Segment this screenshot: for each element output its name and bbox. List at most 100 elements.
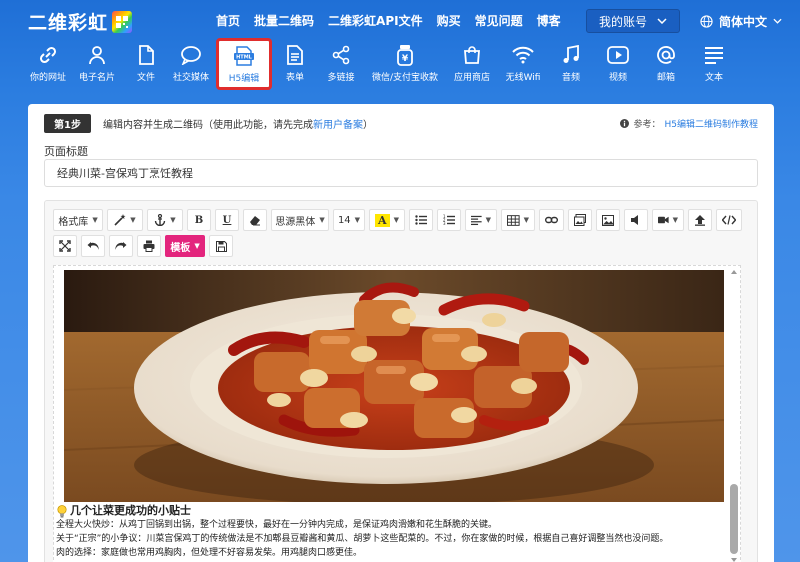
nav-link-api[interactable]: 二维彩虹API文件: [328, 12, 423, 29]
editor-content[interactable]: 几个让菜更成功的小贴士 全程大火快炒：从鸡丁回锅到出锅，整个过程要快，最好在一分…: [53, 265, 741, 562]
category-label: 视频: [608, 73, 627, 83]
insert-link-button[interactable]: [539, 209, 564, 231]
tips-heading: 几个让菜更成功的小贴士: [56, 504, 726, 518]
scroll-down-icon[interactable]: [731, 558, 737, 562]
info-icon: [620, 118, 630, 128]
redo-button[interactable]: [109, 235, 133, 257]
caret-icon: ▼: [523, 216, 529, 224]
caret-icon: ▼: [672, 216, 678, 224]
numbered-list-button[interactable]: 123: [437, 209, 461, 231]
logo-badge-icon: [112, 10, 133, 33]
anchor-dropdown[interactable]: ▼: [147, 209, 183, 231]
template-dropdown[interactable]: 模板 ▼: [165, 235, 205, 257]
eraser-button[interactable]: [243, 209, 267, 231]
register-link[interactable]: 新用户备案: [313, 120, 363, 131]
align-icon: [471, 215, 482, 226]
fullscreen-button[interactable]: [53, 235, 77, 257]
format-dropdown[interactable]: 格式库 ▼: [53, 209, 103, 231]
insert-image-button[interactable]: [596, 209, 620, 231]
tutorial-link[interactable]: H5编辑二维码制作教程: [665, 117, 759, 130]
account-button[interactable]: 我的账号: [586, 9, 680, 33]
content-scrollbar[interactable]: [729, 268, 739, 562]
tip-line: 关于“正宗”的小争议：川菜宫保鸡丁的传统做法是不加郫县豆瓣酱和黄瓜、胡萝卜这些配…: [56, 534, 669, 544]
scroll-thumb[interactable]: [730, 484, 738, 554]
step-desc-suffix: ）: [362, 119, 373, 131]
table-dropdown[interactable]: ▼: [501, 209, 535, 231]
undo-button[interactable]: [81, 235, 105, 257]
category-video[interactable]: 视频: [594, 38, 642, 90]
category-label: 你的网址: [29, 73, 66, 83]
chat-icon: [180, 44, 202, 66]
link-icon: [545, 216, 558, 224]
brand-name: 二维彩虹: [28, 12, 109, 34]
category-h5-editor[interactable]: HTML H5编辑: [216, 38, 272, 90]
save-draft-button[interactable]: [209, 235, 233, 257]
dish-photo: [64, 270, 724, 502]
template-label: 模板: [170, 242, 191, 254]
nav-link-buy[interactable]: 购买: [437, 12, 461, 29]
print-button[interactable]: [137, 235, 161, 257]
category-label: 微信/支付宝收款: [371, 73, 439, 83]
editor-panel: 第1步 编辑内容并生成二维码（使用此功能，请先完成新用户备案） 参考： H5编辑…: [28, 104, 774, 562]
format-label: 格式库: [58, 216, 89, 228]
category-label: 应用商店: [453, 73, 490, 83]
top-navigation: 二维彩虹 首页 批量二维码 二维彩虹API文件 购买 常见问题 博客 我的账号 …: [0, 0, 800, 42]
bold-button[interactable]: B: [187, 209, 211, 231]
wifi-icon: [512, 44, 534, 66]
logo[interactable]: 二维彩虹: [28, 8, 133, 35]
text-color-icon: A: [375, 213, 390, 227]
category-label: 文件: [136, 73, 155, 83]
svg-text:¥: ¥: [402, 54, 409, 64]
bullet-list-button[interactable]: [409, 209, 433, 231]
language-label: 简体中文: [719, 14, 768, 29]
category-app-store[interactable]: 应用商店: [446, 38, 498, 90]
align-dropdown[interactable]: ▼: [465, 209, 497, 231]
insert-video-dropdown[interactable]: ▼: [652, 209, 684, 231]
insert-audio-button[interactable]: [624, 209, 648, 231]
category-file[interactable]: 文件: [126, 38, 166, 90]
reference-label: 参考：: [633, 119, 661, 130]
eraser-icon: [250, 216, 260, 226]
category-payment[interactable]: ¥ 微信/支付宝收款: [364, 38, 446, 90]
qr-type-bar: 你的网址 电子名片 文件 社交媒体 HTML H5编辑 表单 多链接 ¥ 微信/…: [28, 38, 774, 90]
link-icon: [38, 44, 58, 66]
nav-link-blog[interactable]: 博客: [537, 12, 561, 29]
category-form[interactable]: 表单: [272, 38, 318, 90]
bullet-list-icon: [415, 215, 427, 225]
category-audio[interactable]: 音频: [548, 38, 594, 90]
nav-link-home[interactable]: 首页: [216, 12, 240, 29]
underline-button[interactable]: U: [215, 209, 239, 231]
kung-pao-chicken-image: [64, 270, 724, 502]
music-icon: [562, 44, 580, 66]
text-color-dropdown[interactable]: A ▼: [369, 209, 405, 231]
magic-wand-dropdown[interactable]: ▼: [107, 209, 143, 231]
upload-button[interactable]: [688, 209, 712, 231]
nav-link-faq[interactable]: 常见问题: [475, 12, 523, 29]
font-size-dropdown[interactable]: 14 ▼: [333, 209, 365, 231]
payment-icon: ¥: [397, 44, 413, 66]
insert-gallery-button[interactable]: [568, 209, 592, 231]
category-social[interactable]: 社交媒体: [166, 38, 216, 90]
caret-icon: ▼: [393, 216, 399, 224]
tips-title: 几个让菜更成功的小贴士: [70, 504, 191, 517]
category-email[interactable]: 邮箱: [642, 38, 690, 90]
category-text[interactable]: 文本: [690, 38, 738, 90]
font-family-dropdown[interactable]: 思源黑体 ▼: [271, 209, 329, 231]
category-vcard[interactable]: 电子名片: [68, 38, 126, 90]
nav-link-batch[interactable]: 批量二维码: [254, 12, 314, 29]
code-icon: [722, 215, 736, 225]
person-icon: [87, 44, 107, 66]
share-icon: [331, 44, 351, 66]
account-label: 我的账号: [598, 14, 647, 29]
caret-icon: ▼: [319, 216, 325, 224]
chevron-down-icon: [657, 18, 667, 24]
page-title-input[interactable]: [44, 159, 758, 187]
category-url[interactable]: 你的网址: [28, 38, 68, 90]
language-selector[interactable]: 简体中文: [700, 10, 782, 32]
code-view-button[interactable]: [716, 209, 742, 231]
category-label: 多链接: [327, 73, 355, 83]
category-wifi[interactable]: 无线Wifi: [498, 38, 548, 90]
scroll-up-icon[interactable]: [731, 270, 737, 274]
category-multilink[interactable]: 多链接: [318, 38, 364, 90]
step-badge: 第1步: [44, 113, 91, 133]
